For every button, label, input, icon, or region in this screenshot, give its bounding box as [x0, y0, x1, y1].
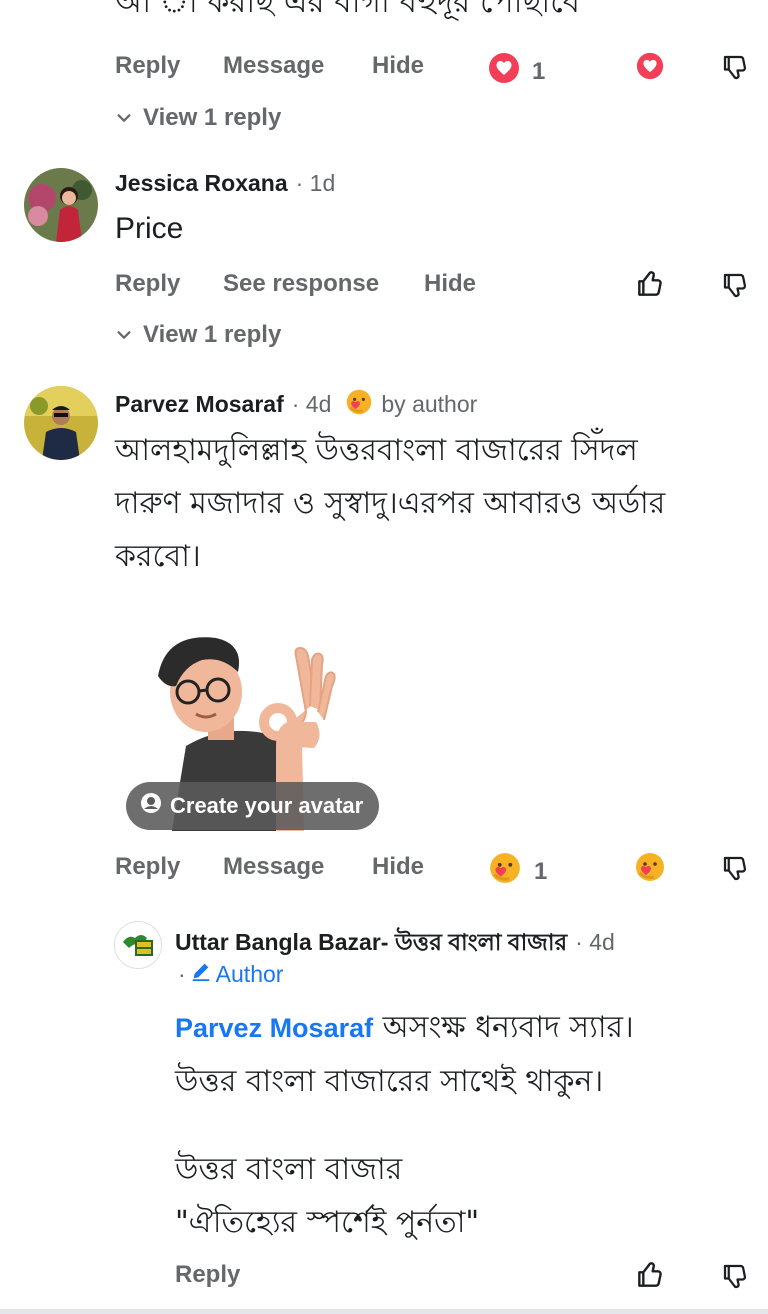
avatar[interactable] [24, 168, 98, 242]
avatar[interactable] [24, 386, 98, 460]
reaction-tag: by author [381, 391, 478, 417]
create-avatar-button[interactable]: Create your avatar [126, 782, 380, 830]
dislike-button[interactable] [720, 270, 750, 305]
view-replies-link[interactable]: View 1 reply [115, 321, 281, 349]
love-reaction-icon [636, 52, 664, 80]
page-avatar[interactable] [114, 921, 162, 969]
comment-text: Price [115, 212, 184, 245]
commenter-name[interactable]: Jessica Roxana [115, 170, 288, 197]
reply-text-line: উত্তর বাংলা বাজারের সাথেই থাকুন। [175, 1064, 604, 1099]
comment-text-line: আলহামদুলিল্লাহ উত্তরবাংলা বাজারের সিঁদল [115, 433, 638, 468]
view-replies-link[interactable]: View 1 reply [115, 104, 281, 132]
care-reaction-icon [488, 851, 522, 892]
reply-button[interactable]: Reply [115, 52, 180, 80]
love-reaction-icon [488, 52, 520, 91]
reply-button[interactable]: Reply [115, 853, 180, 881]
author-badge: · Author [178, 960, 284, 988]
view-replies-label: View 1 reply [143, 104, 282, 131]
reaction-summary[interactable]: 1 [488, 851, 547, 892]
thumbs-down-icon [723, 273, 747, 298]
thumbs-down-icon [723, 856, 747, 881]
thumbs-up-icon [638, 1262, 662, 1287]
reply-text-line: "ঐতিহ্যের স্পর্শেই পুর্নতা" [175, 1205, 480, 1240]
reaction-summary[interactable]: 1 [488, 52, 545, 91]
see-response-button[interactable]: See response [223, 270, 379, 298]
message-button[interactable]: Message [223, 853, 324, 881]
view-replies-label: View 1 reply [143, 321, 282, 348]
care-reaction-button[interactable] [634, 851, 666, 888]
reaction-count: 1 [532, 57, 546, 85]
thumbs-down-icon [723, 1264, 747, 1289]
comment-text-line: দারুণ মজাদার ও সুস্বাদু।এরপর আবারও অর্ডা… [115, 486, 666, 521]
hide-button[interactable]: Hide [372, 52, 424, 80]
chevron-down-icon [117, 331, 131, 339]
pencil-icon [190, 960, 212, 988]
hide-button[interactable]: Hide [424, 270, 476, 298]
reply-button[interactable]: Reply [115, 270, 180, 298]
mention-link[interactable]: Parvez Mosaraf [175, 1013, 373, 1043]
comment-time: · 1d [295, 170, 336, 196]
comment-time: · 4d [575, 929, 615, 955]
thumbs-up-icon [638, 271, 662, 296]
dislike-button[interactable] [720, 1261, 750, 1296]
like-button[interactable] [634, 1259, 666, 1296]
reply-text-line: অসংক্ষ ধন্যবাদ স্যার। [373, 1010, 634, 1045]
reaction-count: 1 [534, 857, 548, 885]
message-button[interactable]: Message [223, 52, 324, 80]
reply-button[interactable]: Reply [175, 1261, 240, 1289]
comment-text: আলহামদুলিল্লাহ উত্তরবাংলা বাজারের সিঁদল … [115, 424, 755, 583]
comment-time: · 4d [291, 391, 332, 417]
hide-button[interactable]: Hide [372, 853, 424, 881]
dislike-button[interactable] [720, 52, 750, 87]
thumbs-down-icon [723, 55, 747, 80]
care-reaction-icon [636, 853, 664, 881]
author-label: Author [215, 960, 284, 987]
commenter-name[interactable]: Parvez Mosaraf [115, 391, 284, 418]
avatar-icon [140, 792, 162, 820]
care-reaction-icon [345, 388, 373, 421]
like-button[interactable] [634, 268, 666, 305]
page-name[interactable]: Uttar Bangla Bazar- উত্তর বাংলা বাজার [175, 924, 567, 963]
love-reaction-button[interactable] [636, 52, 664, 85]
reply-text-line: উত্তর বাংলা বাজার [175, 1152, 403, 1187]
bottom-divider [0, 1309, 768, 1314]
create-avatar-label: Create your avatar [170, 793, 364, 818]
dislike-button[interactable] [720, 853, 750, 888]
reply-text: Parvez Mosaraf অসংক্ষ ধন্যবাদ স্যার। উত্… [175, 1001, 755, 1249]
comment-text-cut: আ া করছি এর বাগা বহুদূর পৌছাবে [115, 0, 580, 20]
chevron-down-icon [117, 114, 131, 122]
comment-text-line: করবো। [115, 539, 201, 574]
